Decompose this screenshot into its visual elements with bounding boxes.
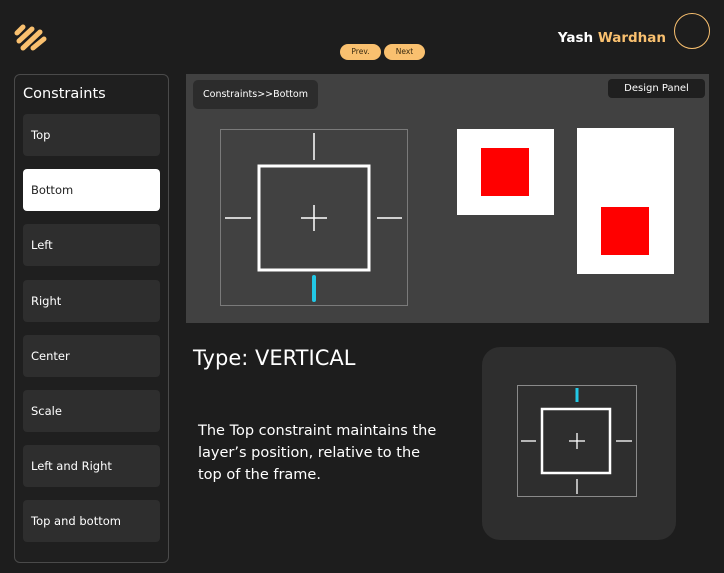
- breadcrumb: Constraints>>Bottom: [193, 80, 318, 109]
- constraint-preview-card: [482, 347, 676, 540]
- sidebar-item-right[interactable]: Right: [23, 280, 160, 322]
- logo-icon: [14, 24, 47, 51]
- layer-before: [481, 148, 529, 196]
- user-first-name: Yash: [557, 30, 594, 46]
- frame-after: [577, 128, 674, 274]
- sidebar-title: Constraints: [23, 86, 106, 102]
- prev-button[interactable]: Prev.: [340, 44, 381, 60]
- frame-before: [457, 129, 554, 215]
- constraint-description: The Top constraint maintains the layer’s…: [198, 423, 437, 483]
- sidebar-item-top-and-bottom[interactable]: Top and bottom: [23, 500, 160, 542]
- sidebar-item-center[interactable]: Center: [23, 335, 160, 377]
- sidebar-item-left[interactable]: Left: [23, 224, 160, 266]
- type-title: Type: VERTICAL: [193, 346, 356, 370]
- sidebar-item-left-and-right[interactable]: Left and Right: [23, 445, 160, 487]
- next-button[interactable]: Next: [384, 44, 425, 60]
- layer-after: [601, 207, 649, 255]
- constraints-sidebar: Constraints Top Bottom Left Right Center…: [14, 74, 169, 563]
- sidebar-item-scale[interactable]: Scale: [23, 390, 160, 432]
- sidebar-item-bottom[interactable]: Bottom: [23, 169, 160, 211]
- sidebar-item-top[interactable]: Top: [23, 114, 160, 156]
- avatar[interactable]: [674, 13, 710, 49]
- constraint-widget: [220, 129, 408, 306]
- constraint-preview-widget: [517, 385, 637, 497]
- user-name: Yash Wardhan: [558, 30, 666, 46]
- design-panel-button[interactable]: Design Panel: [608, 79, 705, 98]
- preview-canvas: Constraints>>Bottom Design Panel: [186, 74, 709, 323]
- user-last-name: Wardhan: [597, 30, 666, 46]
